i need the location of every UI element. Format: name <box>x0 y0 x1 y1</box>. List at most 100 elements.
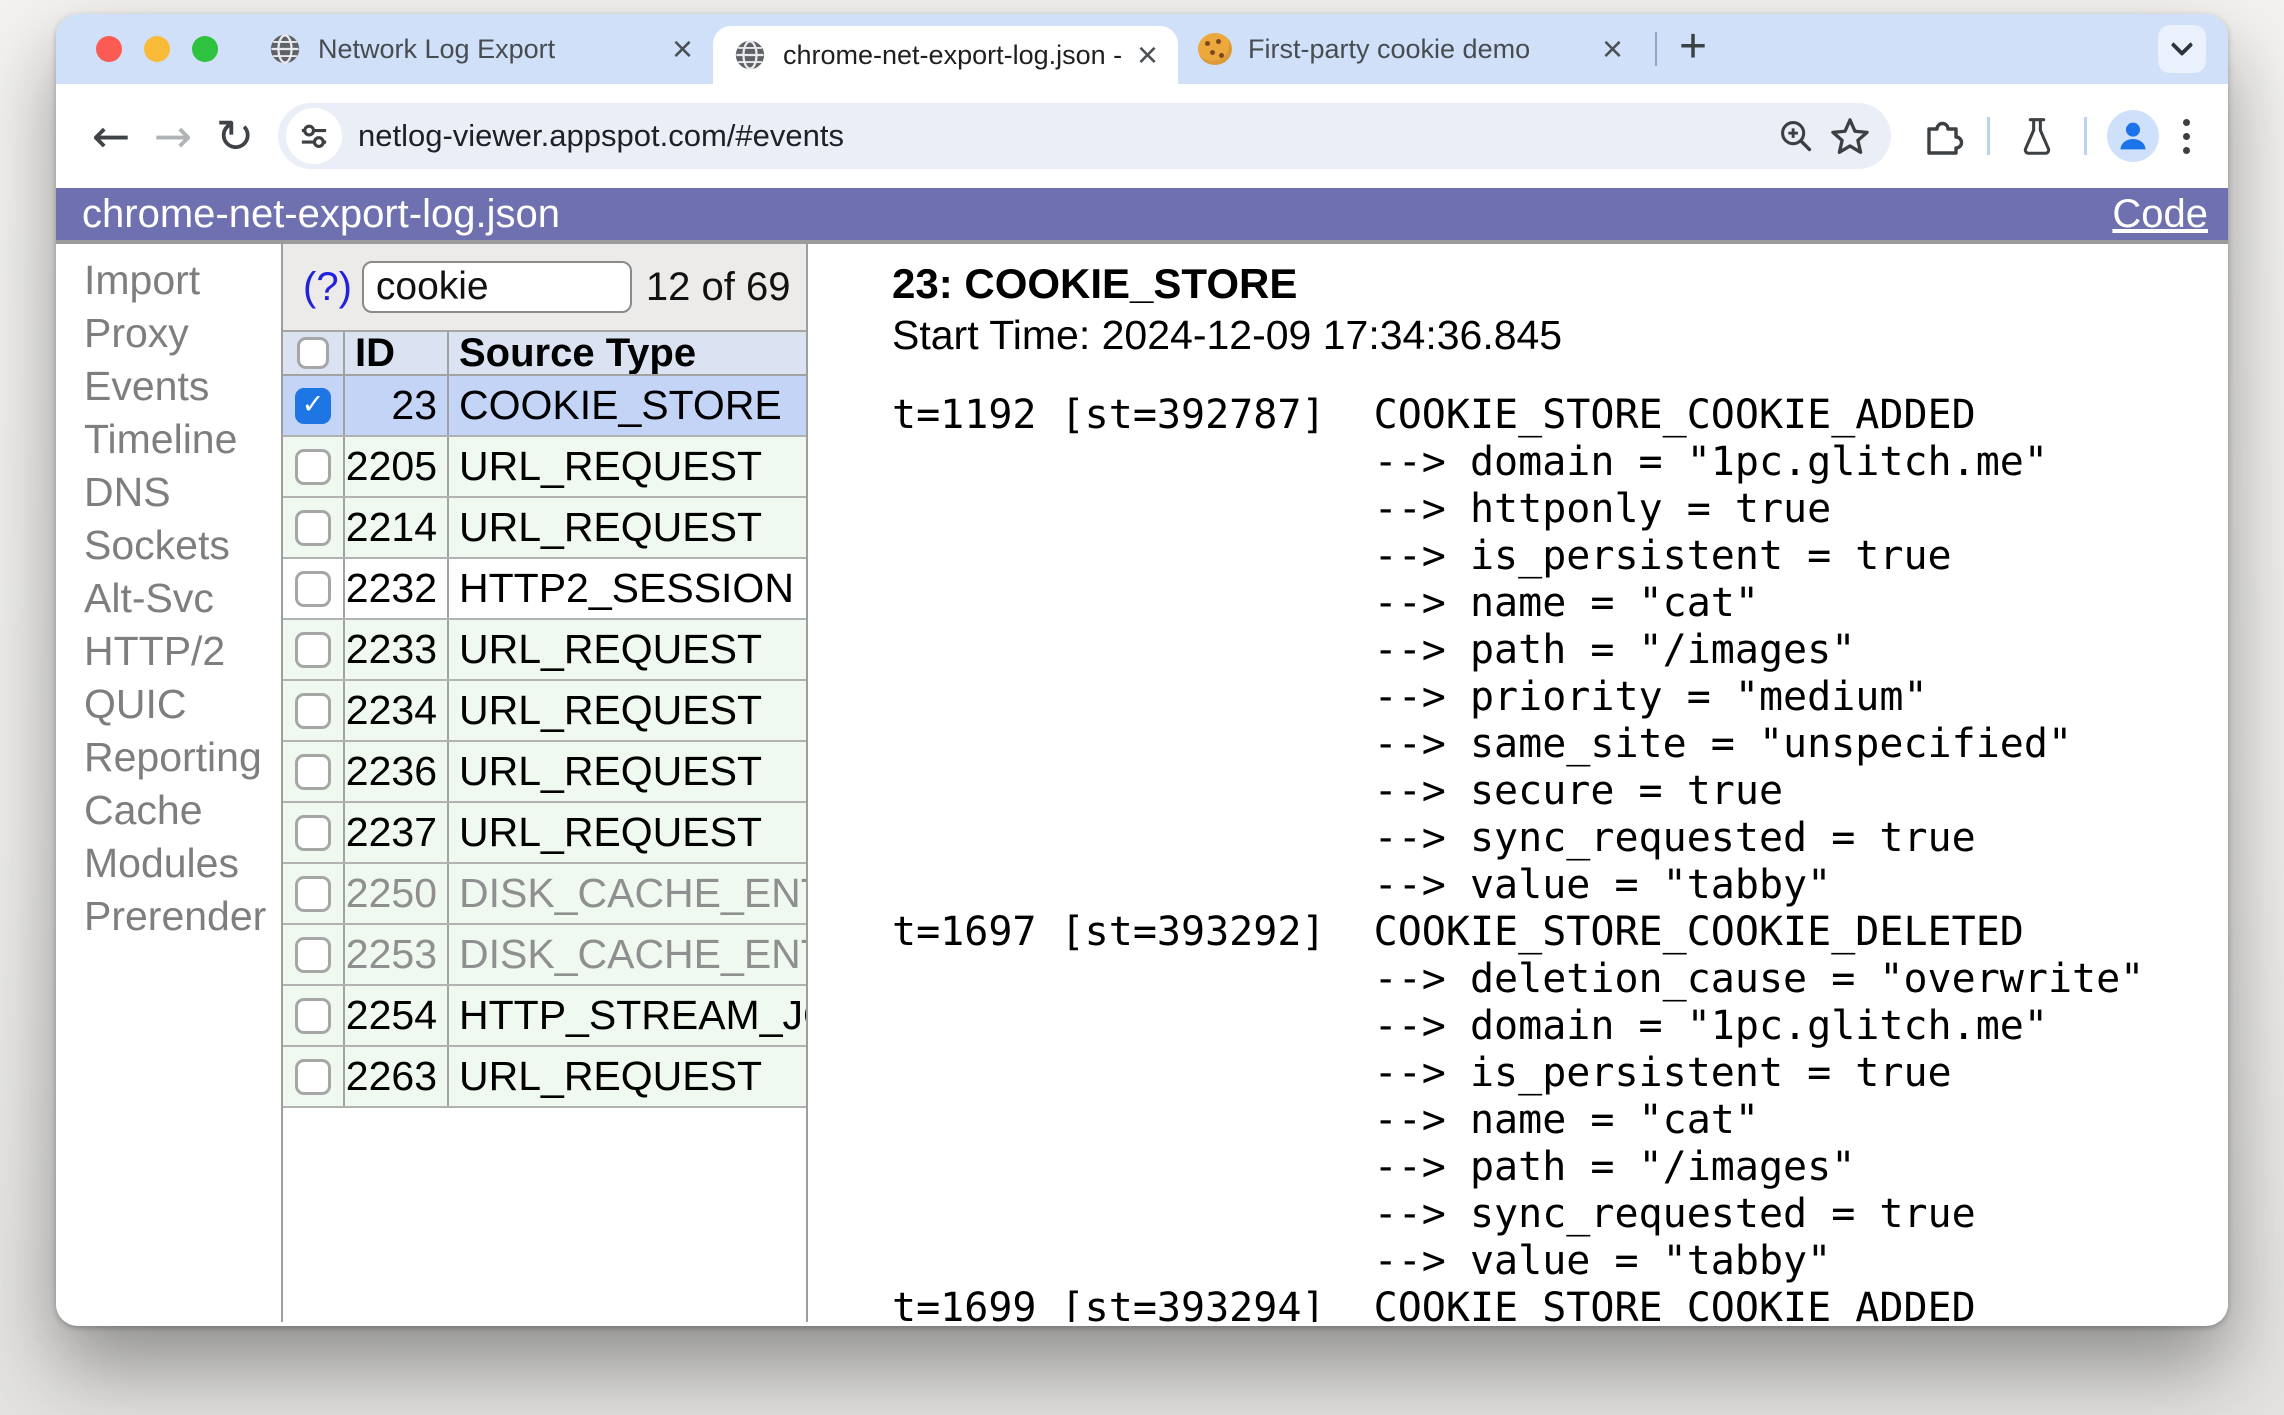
row-checkbox[interactable] <box>295 509 331 546</box>
row-checkbox[interactable] <box>295 692 331 729</box>
table-row[interactable]: 2237 URL_REQUEST <box>283 803 806 864</box>
row-id: 2263 <box>345 1047 449 1106</box>
column-header-id[interactable]: ID <box>345 331 449 375</box>
tabs: Network Log Export × chrome-net-export-log… <box>248 14 1643 84</box>
row-checkbox[interactable] <box>295 875 331 912</box>
sidebar-item-quic[interactable]: QUIC <box>84 678 281 731</box>
sidebar-item-sockets[interactable]: Sockets <box>84 519 281 572</box>
new-tab-button[interactable]: + <box>1669 23 1717 71</box>
row-source-type: URL_REQUEST <box>459 504 763 550</box>
bookmark-star-icon[interactable] <box>1823 114 1877 158</box>
filter-result-count: 12 of 69 <box>645 264 791 309</box>
row-checkbox[interactable] <box>295 387 331 424</box>
table-row[interactable]: 2214 URL_REQUEST <box>283 498 806 559</box>
row-check-cell <box>283 620 345 679</box>
row-id: 2236 <box>345 742 449 801</box>
table-empty-area <box>283 1108 806 1322</box>
zoom-page-icon[interactable] <box>1769 113 1823 159</box>
event-detail-title: 23: COOKIE_STORE <box>892 260 1298 307</box>
chevron-down-icon <box>2170 33 2194 57</box>
back-button[interactable]: ← <box>80 109 142 163</box>
sidebar-item-cache[interactable]: Cache <box>84 784 281 837</box>
table-row[interactable]: 2236 URL_REQUEST <box>283 742 806 803</box>
filter-help-link[interactable]: (?) <box>303 265 352 310</box>
row-check-cell <box>283 803 345 862</box>
traffic-lights <box>96 36 218 62</box>
row-id: 2205 <box>345 437 449 496</box>
sidebar-item-proxy[interactable]: Proxy <box>84 307 281 360</box>
table-row[interactable]: 2253DISK_CACHE_ENTRY <box>283 925 806 986</box>
close-icon[interactable]: × <box>1137 37 1158 73</box>
row-id: 23 <box>345 376 449 435</box>
row-checkbox[interactable] <box>295 570 331 607</box>
tab-title: Network Log Export <box>318 33 556 64</box>
sidebar-item-modules[interactable]: Modules <box>84 837 281 890</box>
row-checkbox[interactable] <box>295 753 331 790</box>
sidebar-item-reporting[interactable]: Reporting <box>84 731 281 784</box>
zoom-window-button[interactable] <box>192 36 218 62</box>
column-header-source-type[interactable]: Source Type <box>449 332 806 374</box>
table-row[interactable]: 2234 URL_REQUEST <box>283 681 806 742</box>
sidebar-item-prerender[interactable]: Prerender <box>84 890 281 943</box>
event-detail-panel: 23: COOKIE_STORE Start Time: 2024-12-09 … <box>808 244 2228 1322</box>
menu-kebab-icon[interactable] <box>2169 118 2204 154</box>
loaded-file-title: chrome-net-export-log.json <box>82 191 560 236</box>
sidebar: Import Proxy Events Timeline DNS Sockets Alt-S… <box>56 244 281 1322</box>
select-all-checkbox[interactable] <box>297 337 329 369</box>
row-checkbox[interactable] <box>295 814 331 851</box>
table-header-row: ID Source Type <box>283 331 806 376</box>
sidebar-item-events[interactable]: Events <box>84 360 281 413</box>
row-id: 2250 <box>345 864 449 923</box>
minimize-window-button[interactable] <box>144 36 170 62</box>
extensions-icon[interactable] <box>1913 112 1967 160</box>
table-row[interactable]: 23COOKIE_STORE <box>283 376 806 437</box>
globe-icon <box>733 38 767 72</box>
sidebar-item-alt-svc[interactable]: Alt-Svc <box>84 572 281 625</box>
table-row[interactable]: 2263 URL_REQUEST <box>283 1047 806 1108</box>
row-checkbox[interactable] <box>295 936 331 973</box>
tab-chrome-net-export-log-json[interactable]: chrome-net-export-log.json - × <box>713 26 1178 84</box>
sidebar-item-timeline[interactable]: Timeline <box>84 413 281 466</box>
sidebar-item-import[interactable]: Import <box>84 254 281 307</box>
close-icon[interactable]: × <box>1602 31 1623 67</box>
url-text[interactable]: netlog-viewer.appspot.com/#events <box>358 118 1769 154</box>
code-link[interactable]: Code <box>2112 192 2208 237</box>
reload-button[interactable]: ↻ <box>204 109 266 163</box>
forward-button[interactable]: → <box>142 109 204 163</box>
tab-search-button[interactable] <box>2158 25 2206 73</box>
event-log: t=1192 [st=392787] COOKIE_STORE_COOKIE_A… <box>892 392 2145 1322</box>
table-row[interactable]: 2254HTTP_STREAM_JOB <box>283 986 806 1047</box>
tab-separator <box>1655 32 1657 66</box>
table-row[interactable]: 2232 HTTP2_SESSION <box>283 559 806 620</box>
close-window-button[interactable] <box>96 36 122 62</box>
site-info-icon[interactable] <box>286 108 342 164</box>
row-source-type: URL_REQUEST <box>459 687 763 733</box>
sidebar-item-http-2[interactable]: HTTP/2 <box>84 625 281 678</box>
row-checkbox[interactable] <box>295 997 331 1034</box>
labs-flask-icon[interactable] <box>2010 113 2064 159</box>
filter-input[interactable] <box>361 261 632 313</box>
profile-avatar[interactable] <box>2107 110 2159 162</box>
netlog-header: chrome-net-export-log.json Code <box>56 188 2228 244</box>
omnibox[interactable]: netlog-viewer.appspot.com/#events <box>278 103 1891 169</box>
row-source-type: COOKIE_STORE <box>459 382 782 428</box>
sidebar-item-dns[interactable]: DNS <box>84 466 281 519</box>
row-checkbox[interactable] <box>295 1058 331 1095</box>
close-icon[interactable]: × <box>672 31 693 67</box>
row-checkbox[interactable] <box>295 448 331 485</box>
row-id: 2237 <box>345 803 449 862</box>
table-row[interactable]: 2233 URL_REQUEST <box>283 620 806 681</box>
row-check-cell <box>283 559 345 618</box>
tab-first-party-cookie-demo[interactable]: First-party cookie demo × <box>1178 14 1643 84</box>
row-checkbox[interactable] <box>295 631 331 668</box>
row-source-type: URL_REQUEST <box>459 748 763 794</box>
tab-network-log-export[interactable]: Network Log Export × <box>248 14 713 84</box>
table-row[interactable]: 2205 URL_REQUEST <box>283 437 806 498</box>
row-id: 2253 <box>345 925 449 984</box>
row-source-type: HTTP2_SESSION <box>459 565 794 611</box>
toolbar-right <box>1913 110 2204 162</box>
row-check-cell <box>283 681 345 740</box>
table-row[interactable]: 2250DISK_CACHE_ENTRY <box>283 864 806 925</box>
cookie-icon <box>1198 33 1232 65</box>
row-check-cell <box>283 925 345 984</box>
